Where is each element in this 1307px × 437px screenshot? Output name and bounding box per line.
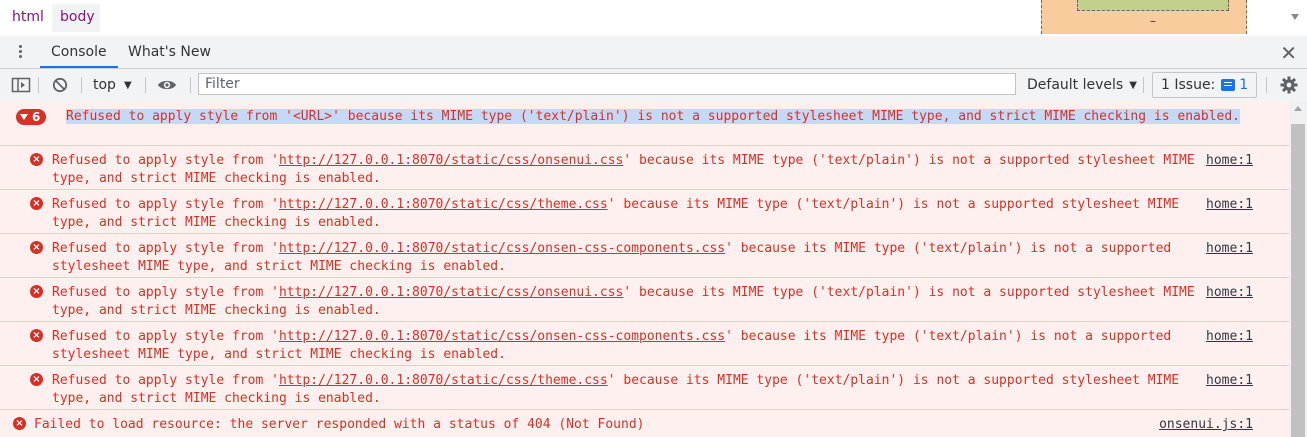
message-text: Refused to apply style from 'http://127.… [52,152,1200,188]
show-sidebar-button[interactable] [11,69,31,101]
drawer-tab-bar: Console What's New ✕ [0,36,1307,69]
error-icon: × [30,329,43,342]
issues-label: 1 Issue: [1161,77,1216,93]
breadcrumb-item-body[interactable]: body [60,9,95,25]
console-message[interactable]: × Refused to apply style from 'http://12… [0,366,1289,410]
error-icon: × [30,373,43,386]
error-count-badge[interactable]: 6 [16,109,47,125]
message-text: Refused to apply style from 'http://127.… [52,328,1200,364]
tab-whats-new[interactable]: What's New [117,36,222,68]
toolbar-divider [1266,77,1267,93]
breadcrumb: html body [0,0,1040,37]
clear-console-icon [52,77,68,93]
box-model-dash: – [1150,14,1156,28]
message-url-link[interactable]: http://127.0.0.1:8070/static/css/theme.c… [279,373,608,388]
message-url-link[interactable]: http://127.0.0.1:8070/static/css/onsen-c… [279,329,725,344]
eye-icon [158,80,176,90]
toolbar-divider [1143,77,1144,93]
console-message[interactable]: × Failed to load resource: the server re… [0,410,1289,437]
console-message[interactable]: × Refused to apply style from 'http://12… [0,190,1289,234]
context-selector-value: top [93,77,116,93]
message-source-link[interactable]: home:1 [1206,196,1253,214]
filter-input[interactable] [198,73,1016,95]
chevron-down-icon: ▼ [123,79,132,91]
message-text: Refused to apply style from 'http://127.… [52,284,1200,320]
error-icon: × [30,241,43,254]
message-url-link[interactable]: http://127.0.0.1:8070/static/css/onsenui… [279,285,623,300]
message-prefix: Refused to apply style from ' [52,285,279,300]
message-source-link[interactable]: home:1 [1206,372,1253,390]
issue-message-icon [1221,79,1236,91]
log-levels-dropdown[interactable]: Default levels ▼ [1027,69,1137,101]
grouped-error-text-content: Refused to apply style from '<URL>' beca… [66,109,1240,124]
breadcrumb-item-html[interactable]: html [12,9,44,25]
gear-icon [1280,76,1298,94]
error-icon: × [13,417,26,430]
message-prefix: Refused to apply style from ' [52,153,279,168]
console-settings-button[interactable] [1280,69,1298,101]
expand-triangle-icon [20,114,28,120]
scroll-down-arrow-icon[interactable] [1291,14,1299,20]
message-source-link[interactable]: home:1 [1206,152,1253,170]
message-source-link[interactable]: home:1 [1206,240,1253,258]
message-prefix: Refused to apply style from ' [52,241,279,256]
box-model-margin: – [1041,0,1247,34]
box-model-content [1077,0,1229,11]
box-model-diagram: – [1041,0,1307,37]
grouped-error-text: Refused to apply style from '<URL>' beca… [66,108,1246,126]
console-message[interactable]: × Refused to apply style from 'http://12… [0,278,1289,322]
console-messages: 6 Refused to apply style from '<URL>' be… [0,101,1289,437]
message-text: Refused to apply style from 'http://127.… [52,196,1200,232]
issues-button[interactable]: 1 Issue: 1 [1152,72,1258,98]
message-source-link[interactable]: onsenui.js:1 [1159,416,1253,434]
message-prefix: Refused to apply style from ' [52,329,279,344]
tab-console[interactable]: Console [40,36,118,68]
message-url-link[interactable]: http://127.0.0.1:8070/static/css/onsen-c… [279,241,725,256]
toolbar-divider [145,77,146,93]
context-selector[interactable]: top ▼ [93,69,132,101]
close-drawer-icon[interactable]: ✕ [1280,41,1297,65]
more-tools-menu-icon[interactable] [12,43,28,61]
toolbar-divider [81,77,82,93]
error-icon: × [30,153,43,166]
scrollbar-thumb[interactable] [1291,124,1305,437]
live-expression-button[interactable] [157,69,177,101]
message-source-link[interactable]: home:1 [1206,328,1253,346]
message-prefix: Refused to apply style from ' [52,197,279,212]
console-message[interactable]: × Refused to apply style from 'http://12… [0,322,1289,366]
error-count: 6 [32,110,41,124]
chevron-down-icon: ▼ [1129,79,1137,91]
error-icon: × [30,197,43,210]
error-icon: × [30,285,43,298]
issues-count: 1 [1239,77,1249,93]
message-url-link[interactable]: http://127.0.0.1:8070/static/css/onsenui… [279,153,623,168]
console-message[interactable]: × Refused to apply style from 'http://12… [0,234,1289,278]
clear-console-button[interactable] [52,69,68,101]
message-text: Refused to apply style from 'http://127.… [52,372,1200,408]
scroll-up-arrow-icon[interactable] [1294,106,1302,111]
message-text: Failed to load resource: the server resp… [34,417,645,432]
toolbar-divider [190,77,191,93]
message-url-link[interactable]: http://127.0.0.1:8070/static/css/theme.c… [279,197,608,212]
sidebar-icon [11,77,31,93]
console-toolbar: top ▼ Default levels ▼ 1 Issue: 1 [0,69,1307,102]
console-scrollbar[interactable] [1289,101,1307,437]
console-message[interactable]: × Refused to apply style from 'http://12… [0,146,1289,190]
message-text: Refused to apply style from 'http://127.… [52,240,1200,276]
message-prefix: Refused to apply style from ' [52,373,279,388]
grouped-error-message[interactable]: 6 Refused to apply style from '<URL>' be… [0,101,1289,146]
message-source-link[interactable]: home:1 [1206,284,1253,302]
toolbar-divider [38,77,39,93]
log-levels-label: Default levels [1027,77,1124,93]
